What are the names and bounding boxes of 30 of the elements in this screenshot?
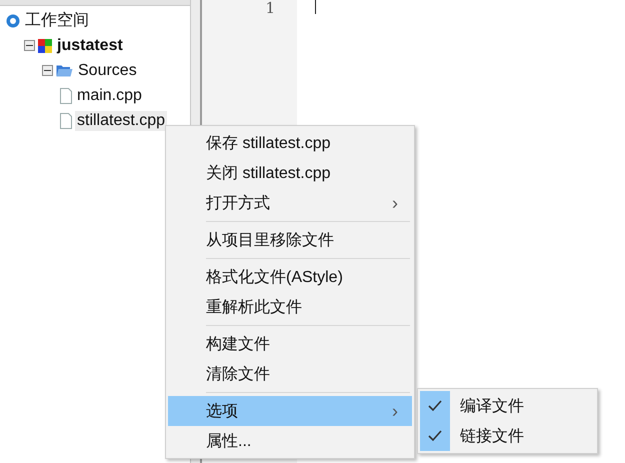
menu-item[interactable]: 重解析此文件 xyxy=(168,292,412,322)
folder-icon xyxy=(56,64,73,77)
checkmark-icon[interactable] xyxy=(420,391,450,421)
menu-item[interactable]: 属性... xyxy=(168,426,412,456)
menu-item[interactable]: 构建文件 xyxy=(168,329,412,359)
tree-item[interactable]: justatest xyxy=(55,36,125,56)
home-icon xyxy=(6,14,20,28)
menu-item[interactable]: 选项 › xyxy=(168,396,412,426)
file-icon xyxy=(60,112,72,128)
menu-item[interactable]: 清除文件 xyxy=(168,359,412,389)
submenu-arrow: › xyxy=(392,192,398,214)
checkmark-icon[interactable] xyxy=(420,421,450,451)
tree-item[interactable]: main.cpp xyxy=(75,86,144,106)
line-number: 1 xyxy=(265,0,275,16)
tree-item[interactable]: 工作空间 xyxy=(23,9,91,32)
text-cursor xyxy=(315,0,316,14)
tree-item[interactable]: stillatest.cpp xyxy=(75,110,168,130)
menu-item[interactable]: 从项目里移除文件 xyxy=(168,225,412,255)
collapse-toggle[interactable] xyxy=(24,40,35,51)
project-icon xyxy=(38,38,52,52)
submenu-arrow: › xyxy=(392,400,398,422)
menu-item[interactable]: 编译文件 xyxy=(460,396,524,416)
collapse-toggle[interactable] xyxy=(42,65,53,76)
menu-item[interactable]: 格式化文件(AStyle) xyxy=(168,262,412,292)
menu-item[interactable]: 关闭 stillatest.cpp xyxy=(168,158,412,188)
menu-item[interactable]: 打开方式 › xyxy=(168,188,412,218)
menu-item[interactable]: 保存 stillatest.cpp xyxy=(168,128,412,158)
tree-item[interactable]: Sources xyxy=(76,60,139,80)
file-icon xyxy=(60,88,72,104)
menu-item[interactable]: 链接文件 xyxy=(460,426,524,446)
